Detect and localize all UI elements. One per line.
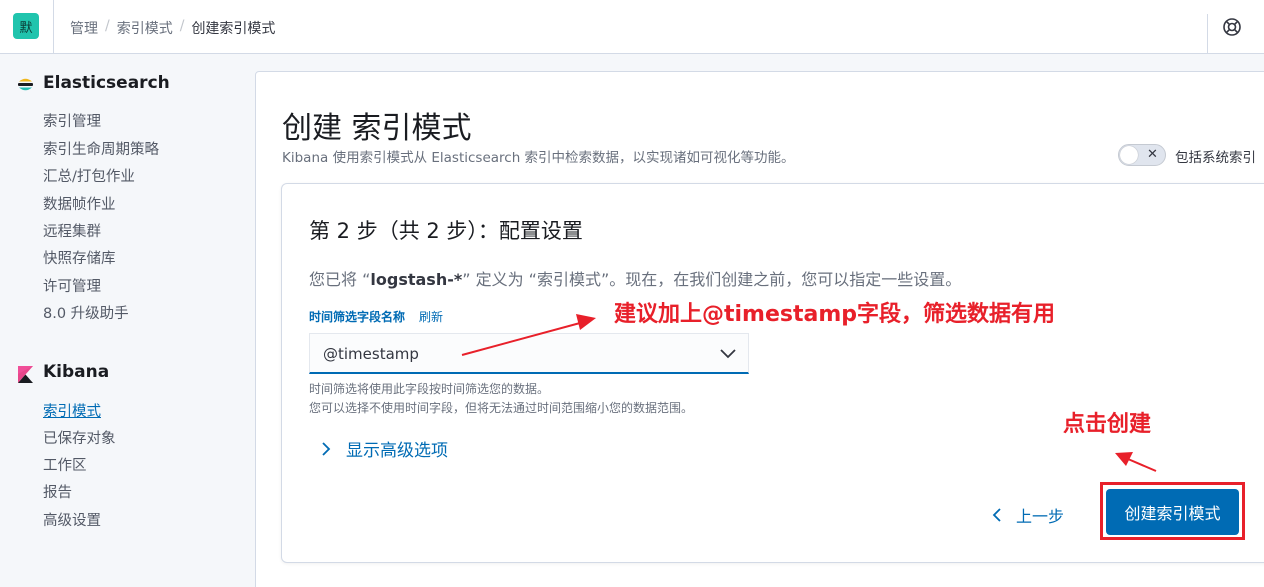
refresh-link[interactable]: 刷新 bbox=[419, 308, 443, 325]
time-field-select[interactable]: @timestamp bbox=[309, 333, 749, 374]
create-index-pattern-button[interactable]: 创建索引模式 bbox=[1106, 489, 1239, 535]
system-index-toggle[interactable]: ✕ bbox=[1118, 144, 1166, 166]
sidebar-item-remote-clusters[interactable]: 远程集群 bbox=[43, 220, 101, 241]
breadcrumb-create-index-pattern: 创建索引模式 bbox=[191, 21, 276, 37]
sidebar-item-upgrade-assistant[interactable]: 8.0 升级助手 bbox=[43, 302, 129, 323]
index-pattern-name: logstash-* bbox=[370, 270, 463, 289]
system-index-toggle-label[interactable]: 包括系统索引 bbox=[1175, 146, 1256, 166]
sidebar-item-spaces[interactable]: 工作区 bbox=[43, 454, 87, 475]
sidebar-item-license-management[interactable]: 许可管理 bbox=[43, 275, 101, 296]
annotation-click-tip: 点击创建 bbox=[1063, 412, 1152, 437]
back-button[interactable]: 上一步 bbox=[992, 503, 1064, 527]
kibana-logo-icon bbox=[18, 366, 33, 383]
sidebar-section-kibana: Kibana bbox=[43, 362, 110, 382]
page-title: 创建 索引模式 bbox=[282, 111, 472, 146]
step-desc-suffix: ” 定义为 “索引模式”。现在，在我们创建之前，您可以指定一些设置。 bbox=[462, 270, 962, 289]
breadcrumb-separator: / bbox=[179, 18, 185, 34]
time-field-help-2: 您可以选择不使用时间字段，但将无法通过时间范围缩小您的数据范围。 bbox=[309, 401, 694, 415]
elasticsearch-logo-icon bbox=[18, 78, 33, 91]
chevron-right-icon bbox=[322, 441, 331, 456]
sidebar-item-index-patterns[interactable]: 索引模式 bbox=[43, 400, 101, 421]
breadcrumb-separator: / bbox=[105, 18, 110, 34]
space-avatar[interactable]: 默 bbox=[13, 13, 39, 39]
close-icon: ✕ bbox=[1147, 147, 1158, 162]
show-advanced-options[interactable]: 显示高级选项 bbox=[320, 436, 448, 461]
header-divider bbox=[1207, 14, 1208, 54]
top-header: 默 管理 / 索引模式 / 创建索引模式 bbox=[0, 0, 1264, 54]
header-divider bbox=[53, 0, 54, 54]
chevron-left-icon bbox=[992, 508, 1001, 522]
chevron-down-icon bbox=[720, 349, 736, 359]
time-field-help-1: 时间筛选将使用此字段按时间筛选您的数据。 bbox=[309, 382, 550, 396]
sidebar-item-rollup-jobs[interactable]: 汇总/打包作业 bbox=[43, 165, 135, 186]
back-button-label: 上一步 bbox=[1016, 507, 1065, 526]
sidebar-section-elasticsearch: Elasticsearch bbox=[43, 73, 170, 93]
breadcrumb-index-patterns[interactable]: 索引模式 bbox=[117, 18, 173, 38]
lifebuoy-icon[interactable] bbox=[1222, 17, 1242, 37]
breadcrumb: 管理 / 索引模式 / 创建索引模式 bbox=[70, 18, 275, 38]
step-title: 第 2 步（共 2 步）：配置设置 bbox=[309, 219, 583, 243]
advanced-options-label: 显示高级选项 bbox=[346, 441, 448, 461]
page-description: Kibana 使用索引模式从 Elasticsearch 索引中检索数据，以实现… bbox=[282, 150, 795, 166]
step-desc-prefix: 您已将 “ bbox=[309, 270, 371, 289]
sidebar-item-reporting[interactable]: 报告 bbox=[43, 481, 72, 502]
time-field-label: 时间筛选字段名称 bbox=[309, 310, 406, 324]
step-description: 您已将 “logstash-*” 定义为 “索引模式”。现在，在我们创建之前，您… bbox=[309, 266, 961, 290]
breadcrumb-management[interactable]: 管理 bbox=[70, 18, 98, 38]
sidebar-item-advanced-settings[interactable]: 高级设置 bbox=[43, 509, 101, 530]
time-field-value: @timestamp bbox=[323, 345, 419, 363]
sidebar-item-ilm-policies[interactable]: 索引生命周期策略 bbox=[43, 138, 159, 159]
sidebar-item-index-management[interactable]: 索引管理 bbox=[43, 110, 101, 131]
sidebar-item-saved-objects[interactable]: 已保存对象 bbox=[43, 427, 116, 448]
annotation-field-tip: 建议加上@timestamp字段，筛选数据有用 bbox=[614, 302, 1056, 327]
sidebar-item-snapshot-repositories[interactable]: 快照存储库 bbox=[43, 247, 116, 268]
sidebar-item-transform-jobs[interactable]: 数据帧作业 bbox=[43, 193, 116, 214]
toggle-knob bbox=[1120, 146, 1138, 164]
